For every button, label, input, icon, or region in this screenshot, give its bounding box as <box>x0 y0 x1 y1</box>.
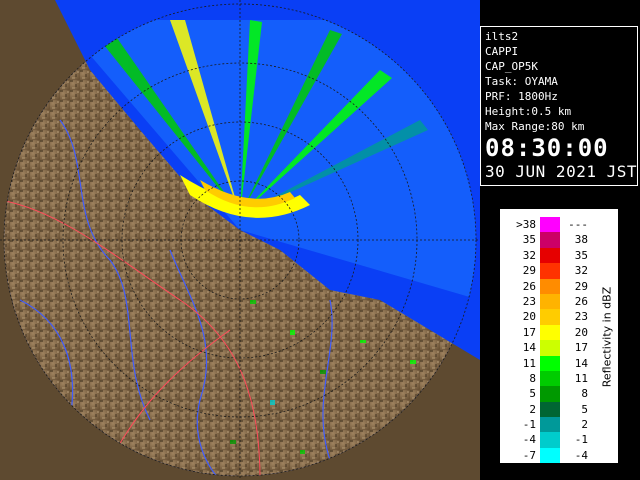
height-value: Height:0.5 km <box>485 105 572 118</box>
legend-row: 29 32 <box>510 263 594 279</box>
legend-color-swatch <box>540 247 560 264</box>
legend-low-value: >38 <box>516 218 536 231</box>
legend-color-swatch <box>540 340 560 356</box>
legend-color-swatch <box>540 432 560 448</box>
legend-low-value: 26 <box>522 279 536 293</box>
station-name: ilts2 <box>485 30 519 43</box>
legend-color-swatch <box>540 417 560 433</box>
legend-row: 17 20 <box>510 324 594 341</box>
legend-color-swatch <box>540 370 560 387</box>
legend-low-value: -7 <box>522 448 536 462</box>
legend-high-value: 38 <box>574 233 588 247</box>
legend-high-value: --- <box>568 218 588 231</box>
legend-color-swatch <box>540 293 560 310</box>
legend-low-value: -4 <box>522 433 536 447</box>
legend-high-value: 23 <box>574 310 588 324</box>
legend-high-value: 35 <box>574 248 588 262</box>
legend-row: -4 -1 <box>510 432 594 448</box>
legend-row: -7 -4 <box>510 447 594 464</box>
legend-high-value: 26 <box>574 294 588 308</box>
product-code: CAP_OP5K <box>485 60 538 73</box>
task-name: Task: OYAMA <box>485 75 558 88</box>
legend-row: 32 35 <box>510 247 594 264</box>
info-panel: ilts2 CAPPI CAP_OP5K Task: OYAMA PRF: 18… <box>480 26 638 186</box>
legend-high-value: 8 <box>581 387 588 401</box>
legend-color-swatch <box>540 386 560 402</box>
legend-low-value: 35 <box>522 233 536 247</box>
legend-color-swatch <box>540 355 560 371</box>
legend-high-value: 20 <box>574 325 588 339</box>
legend-color-swatch <box>540 309 560 325</box>
legend-high-value: 2 <box>581 418 588 432</box>
legend-row: 58 <box>510 386 594 402</box>
legend-color-swatch <box>540 401 560 418</box>
legend-row: 11 14 <box>510 355 594 371</box>
product-type: CAPPI <box>485 45 519 58</box>
legend-row: 25 <box>510 401 594 418</box>
legend-low-value: -1 <box>522 418 536 432</box>
legend-high-value: 17 <box>574 341 588 355</box>
legend-low-value: 5 <box>529 387 536 401</box>
legend-high-value: 5 <box>581 402 588 416</box>
radar-map <box>0 0 480 480</box>
legend-low-value: 17 <box>522 325 536 339</box>
legend-high-value: -1 <box>574 433 588 447</box>
legend-low-value: 2 <box>529 402 536 416</box>
legend-row: -1 2 <box>510 417 594 433</box>
legend-row: 26 29 <box>510 278 594 294</box>
observation-time: 08:30:00 <box>485 134 609 162</box>
legend-row: >38 --- <box>510 217 594 233</box>
legend-low-value: 8 <box>529 371 536 385</box>
legend-row: 8 11 <box>510 370 594 387</box>
observation-date: 30 JUN 2021 JST <box>485 162 637 181</box>
legend-low-value: 29 <box>522 264 536 278</box>
legend-high-value: 32 <box>574 264 588 278</box>
legend-color-swatch <box>540 232 560 248</box>
legend-high-value: -4 <box>574 448 588 462</box>
prf-value: PRF: 1800Hz <box>485 90 558 103</box>
legend-row: 23 26 <box>510 293 594 310</box>
legend-low-value: 20 <box>522 310 536 324</box>
legend-row: 14 17 <box>510 340 594 356</box>
legend-title: Reflectivity in dBZ <box>600 286 614 388</box>
legend-low-value: 14 <box>522 341 536 355</box>
legend-row: 35 38 <box>510 232 594 248</box>
legend-high-value: 29 <box>574 279 588 293</box>
legend-color-swatch <box>540 278 560 294</box>
legend-rows: >38 --- 35 38 32 35 29 32 26 29 23 26 20 23 17 20 14 17 11… <box>510 217 594 464</box>
legend-high-value: 14 <box>574 356 588 370</box>
legend-row: 20 23 <box>510 309 594 325</box>
legend-color-swatch <box>540 217 560 233</box>
legend-low-value: 23 <box>522 294 536 308</box>
legend-high-value: 11 <box>574 371 588 385</box>
legend-low-value: 11 <box>522 356 536 370</box>
legend-low-value: 32 <box>522 248 536 262</box>
legend-color-swatch <box>540 324 560 341</box>
legend-color-swatch <box>540 263 560 279</box>
max-range-value: Max Range:80 km <box>485 120 585 133</box>
reflectivity-legend: >38 --- 35 38 32 35 29 32 26 29 23 26 20 23 17 20 14 17 11… <box>499 208 619 464</box>
legend-color-swatch <box>540 447 560 464</box>
